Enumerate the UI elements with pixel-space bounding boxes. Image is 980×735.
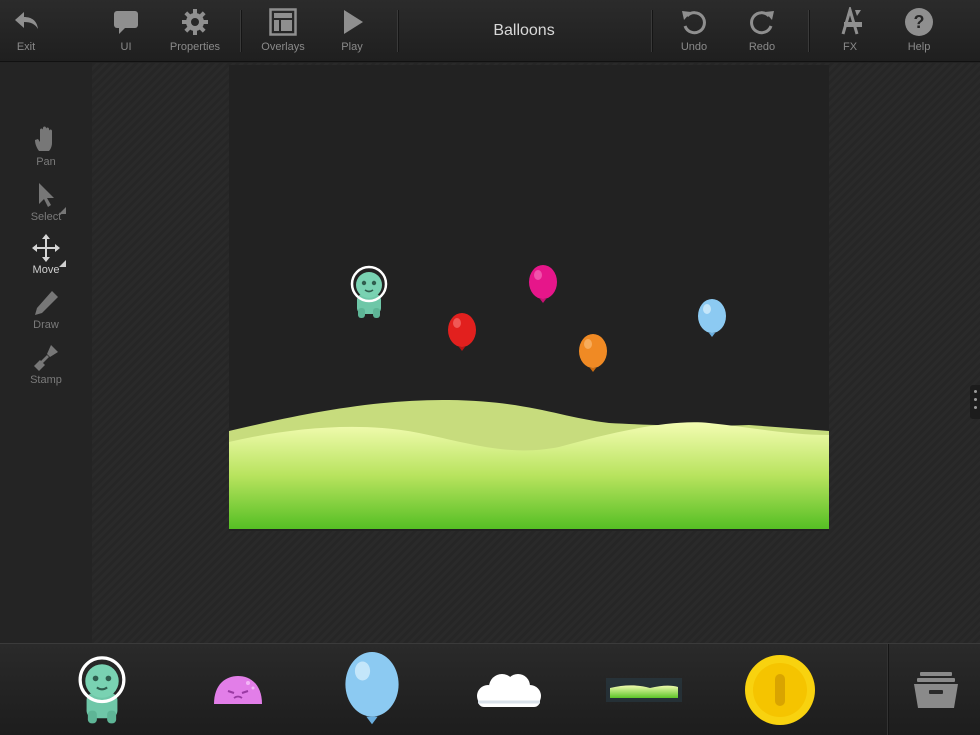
undo-button[interactable]: Undo [673, 0, 715, 62]
select-label: Select [30, 211, 62, 223]
help-label: Help [907, 41, 931, 53]
tray-item-gold-coin[interactable] [738, 644, 822, 735]
cloud-sprite-thumbnail [477, 674, 541, 707]
pencil-icon [35, 291, 58, 315]
pan-tool[interactable]: Pan [0, 125, 92, 168]
archive-drawer-icon [914, 672, 958, 708]
undo-icon [682, 11, 706, 35]
cursor-arrow-icon [39, 183, 54, 207]
gear-icon [182, 9, 208, 35]
top-toolbar: Exit UI Properties Overlays Play Balloon… [0, 0, 980, 62]
red-balloon-sprite[interactable] [447, 313, 477, 355]
overlays-label: Overlays [261, 41, 305, 53]
fx-icon [841, 7, 862, 35]
pink-blob-sprite-thumbnail [214, 676, 262, 704]
stamp-label: Stamp [30, 374, 62, 386]
help-icon: ? [905, 8, 933, 36]
alien-sprite[interactable] [348, 264, 390, 320]
select-tool[interactable]: Select [0, 180, 92, 223]
move-tool[interactable]: Move [0, 233, 92, 276]
play-button[interactable]: Play [331, 0, 373, 62]
toolbar-divider [808, 10, 809, 52]
back-arrow-icon [15, 12, 38, 29]
ui-button[interactable]: UI [105, 0, 147, 62]
stamp-icon [34, 345, 58, 371]
undo-label: Undo [680, 41, 708, 53]
toolbar-divider [397, 10, 398, 52]
help-button[interactable]: ? Help [898, 0, 940, 62]
scene-bounds[interactable] [229, 65, 829, 531]
redo-icon [750, 11, 774, 35]
scene-title: Balloons [493, 22, 555, 39]
fx-button[interactable]: FX [829, 0, 871, 62]
object-tray [0, 643, 980, 735]
play-label: Play [341, 41, 363, 53]
svg-text:?: ? [914, 12, 925, 32]
play-icon [344, 10, 363, 34]
pan-label: Pan [36, 156, 56, 168]
tray-item-alien[interactable] [60, 644, 144, 735]
fx-label: FX [842, 41, 858, 53]
properties-label: Properties [169, 41, 221, 53]
pink-balloon-sprite[interactable] [528, 265, 558, 307]
exit-label: Exit [16, 41, 36, 53]
editor-app: Exit UI Properties Overlays Play Balloon… [0, 0, 980, 735]
toolbar-divider [240, 10, 241, 52]
submenu-indicator [59, 260, 66, 267]
speech-bubble-icon [114, 11, 138, 34]
alien-sprite-thumbnail [78, 656, 126, 724]
archive-button[interactable] [896, 644, 976, 735]
grass-platform-thumbnail [606, 678, 682, 702]
side-panel-handle[interactable] [970, 385, 980, 419]
tray-item-grass-platform[interactable] [602, 644, 686, 735]
stamp-tool[interactable]: Stamp [0, 343, 92, 386]
grass-hills-sprite[interactable] [229, 395, 829, 529]
tray-divider [887, 644, 889, 735]
tool-panel: Pan Select Move Draw Stamp [0, 63, 92, 643]
gold-coin-thumbnail [745, 655, 815, 725]
move-arrows-icon [32, 234, 60, 262]
tray-item-blue-balloon[interactable] [330, 644, 414, 735]
redo-label: Redo [748, 41, 776, 53]
blue-balloon-sprite[interactable] [697, 299, 727, 341]
editor-canvas[interactable] [92, 63, 980, 643]
exit-button[interactable]: Exit [5, 0, 47, 62]
draw-label: Draw [33, 319, 59, 331]
move-label: Move [32, 264, 60, 276]
overlays-button[interactable]: Overlays [258, 0, 308, 62]
submenu-indicator [59, 207, 66, 214]
draw-tool[interactable]: Draw [0, 288, 92, 331]
hand-icon [35, 126, 52, 151]
properties-button[interactable]: Properties [166, 0, 224, 62]
blue-balloon-thumbnail [345, 652, 399, 725]
ui-label: UI [120, 41, 132, 53]
orange-balloon-sprite[interactable] [578, 334, 608, 376]
layout-icon [269, 8, 297, 36]
toolbar-divider [651, 10, 652, 52]
tray-item-pink-blob[interactable] [196, 644, 280, 735]
tray-item-cloud[interactable] [466, 644, 550, 735]
redo-button[interactable]: Redo [741, 0, 783, 62]
